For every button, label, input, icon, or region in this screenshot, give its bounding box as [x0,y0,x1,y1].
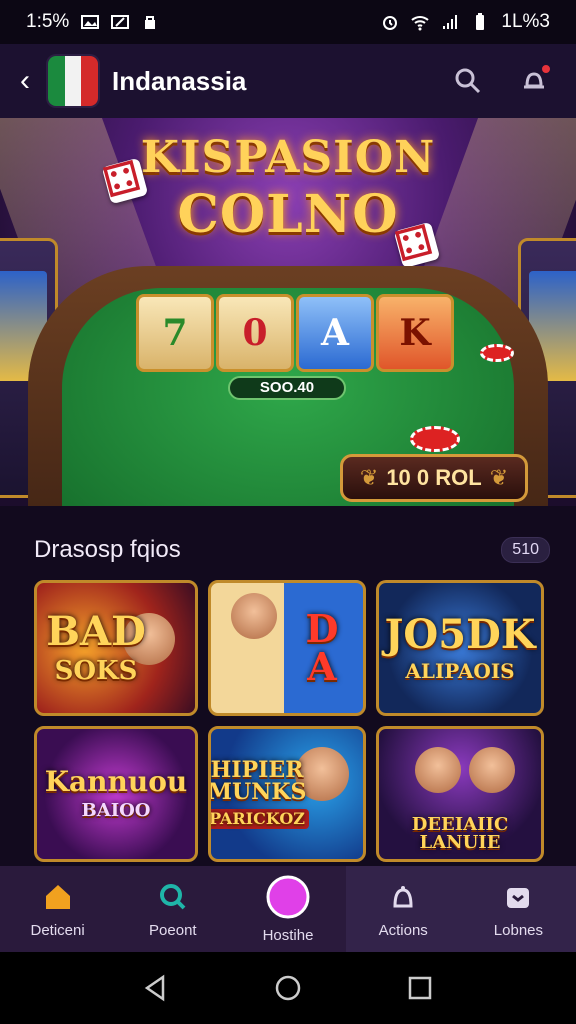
chip-icon [410,426,460,452]
bottom-nav: Deticeni Poeont Hostihe Actions Lobnes [0,866,576,952]
nav-label: Hostihe [262,926,314,944]
hero-banner[interactable]: KISPASION COLNO 7 0 A K SOO.40 ❦ 10 0 RO… [0,118,576,506]
system-nav-bar [0,952,576,1024]
banner-title-line2: COLNO [177,184,399,245]
game-tile[interactable]: JO5DK ALIPAOIS [376,580,544,716]
nav-item-center[interactable]: Hostihe [230,866,345,952]
search-button[interactable] [446,59,490,103]
status-time: 1:5% [26,11,70,32]
nav-item-search[interactable]: Poeont [115,866,230,952]
character-face [231,593,277,639]
game-tile[interactable]: HIPIER MUNKS PARICKOZ [208,726,366,862]
slot-reel: 7 [136,294,214,372]
app-bar: ‹ Indanassia [0,44,576,118]
laurel-right-icon: ❦ [489,465,509,490]
pot-value: SOO.40 [228,376,346,400]
character-face [469,747,515,793]
laurel-left-icon: ❦ [359,465,379,490]
wifi-icon [411,16,430,31]
app-title: Indanassia [112,65,247,96]
slot-reel: K [376,294,454,372]
game-title: HIPIER MUNKS PARICKOZ [211,759,309,829]
game-title: DEEIAIIC LANUIE [411,814,509,853]
game-grid: BAD SOKS D A JO5DK ALIPAOIS Kannuou BAIOO H… [34,580,548,862]
image-icon [81,15,100,29]
home-icon [45,884,70,909]
status-right: 1L%3 [381,11,550,33]
gift-icon [507,887,530,908]
nav-label: Lobnes [493,921,544,939]
section-title: Drasosp fqios [34,536,181,563]
status-bar: 1:5% 1L%3 [0,0,576,44]
nav-label: Poeont [149,921,197,939]
game-tile[interactable]: BAD SOKS [34,580,198,716]
nav-label: Deticeni [30,921,85,939]
character-face [415,747,461,793]
search-icon [455,68,481,94]
banner-title-line1: KISPASION [140,132,436,183]
back-arrow-icon[interactable]: ‹ [20,64,46,98]
slot-reel: 0 [216,294,294,372]
game-tile[interactable]: Kannuou BAIOO [34,726,198,862]
battery-text: 1L%3 [501,11,550,32]
signal-icon [443,15,458,29]
nav-item-home[interactable]: Deticeni [0,866,115,952]
nav-label: Actions [378,921,428,939]
battery-icon [476,13,485,30]
bell-icon [393,885,413,907]
search-icon [159,883,186,909]
nav-item-actions[interactable]: Actions [345,866,461,952]
back-icon[interactable] [141,973,171,1003]
slot-reel: A [296,294,374,372]
game-title: D A [305,606,339,689]
section-header: Drasosp fqios 510 [34,530,550,570]
notifications-button[interactable] [512,59,556,103]
game-tile[interactable]: D A [208,580,366,716]
bonus-button[interactable]: ❦ 10 0 ROL ❦ [340,454,528,502]
circle-icon [266,875,310,918]
bonus-label: 10 0 ROL [386,465,482,490]
nav-item-lobnes[interactable]: Lobnes [460,866,576,952]
flag-logo [48,56,98,106]
game-title: JO5DK ALIPAOIS [384,611,536,683]
game-title: BAD SOKS [46,608,146,686]
count-badge[interactable]: 510 [501,537,550,563]
alarm-icon [383,16,398,30]
edit-icon [111,15,130,29]
status-left: 1:5% [26,11,159,33]
game-title: Kannuou BAIOO [44,765,188,821]
lock-icon [145,16,156,29]
recents-icon[interactable] [405,973,435,1003]
chip-icon [480,344,514,362]
notification-dot [540,63,552,75]
game-tile[interactable]: DEEIAIIC LANUIE [376,726,544,862]
home-circle-icon[interactable] [273,973,303,1003]
